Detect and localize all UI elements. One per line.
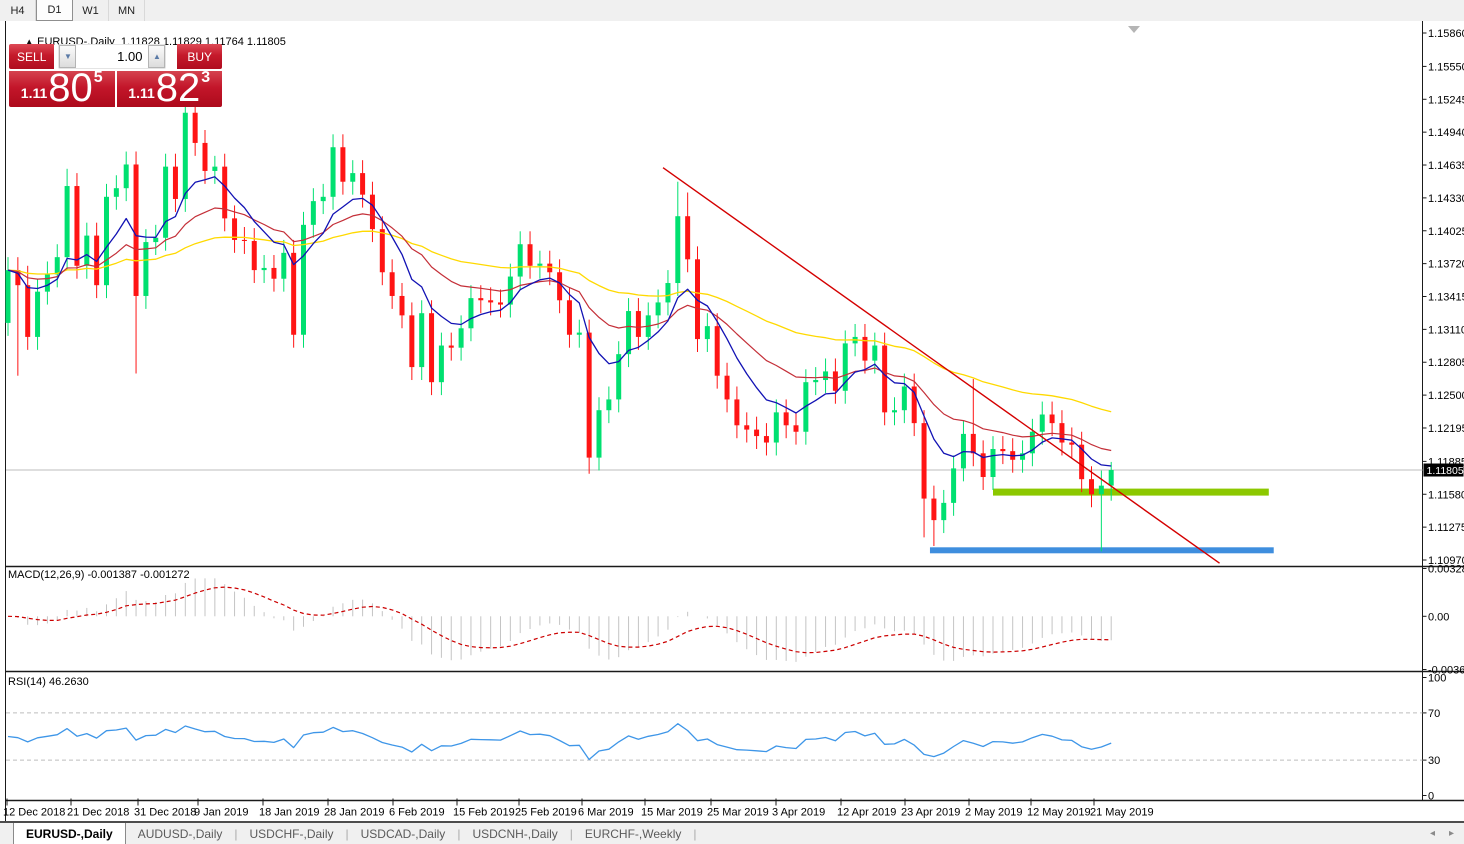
- svg-text:30: 30: [1428, 755, 1440, 767]
- chart-tab-usdcnh-daily[interactable]: USDCNH-,Daily: [460, 823, 569, 844]
- timeframe-button-mn[interactable]: MN: [109, 0, 145, 21]
- timeframe-button-w1[interactable]: W1: [73, 0, 109, 21]
- svg-text:1.11275: 1.11275: [1428, 522, 1464, 534]
- svg-text:12 Dec 2018: 12 Dec 2018: [3, 807, 65, 819]
- svg-text:28 Jan 2019: 28 Jan 2019: [324, 807, 385, 819]
- buy-price-big: 82: [156, 71, 201, 105]
- chart-tab-eurusd-daily[interactable]: EURUSD-,Daily: [13, 823, 126, 844]
- tab-separator: |: [693, 823, 696, 844]
- svg-text:25 Mar 2019: 25 Mar 2019: [707, 807, 769, 819]
- chart-tab-usdchf-daily[interactable]: USDCHF-,Daily: [238, 823, 346, 844]
- svg-text:1.14635: 1.14635: [1428, 160, 1464, 172]
- svg-text:1.14330: 1.14330: [1428, 193, 1464, 205]
- svg-text:1.13415: 1.13415: [1428, 292, 1464, 304]
- svg-text:100: 100: [1428, 673, 1446, 685]
- svg-text:1.15860: 1.15860: [1428, 28, 1464, 40]
- svg-text:6 Mar 2019: 6 Mar 2019: [578, 807, 634, 819]
- tab-scroll-arrows: ◂ ▸: [1430, 823, 1464, 844]
- svg-text:12 Apr 2019: 12 Apr 2019: [837, 807, 896, 819]
- tab-scroll-left-icon[interactable]: ◂: [1430, 828, 1435, 839]
- svg-text:0.00: 0.00: [1428, 611, 1449, 623]
- svg-text:18 Jan 2019: 18 Jan 2019: [259, 807, 320, 819]
- chart-window: 1.15860 1.15550 1.15245 1.14940 1.14635 1.143…: [0, 21, 1464, 821]
- sell-price-prefix: 1.11: [21, 85, 47, 101]
- svg-text:21 May 2019: 21 May 2019: [1090, 807, 1154, 819]
- chart-tab-bar: EURUSD-,DailyAUDUSD-,Daily | USDCHF-,Daily…: [0, 821, 1464, 844]
- svg-text:70: 70: [1428, 708, 1440, 720]
- chart-canvas: 1.15860 1.15550 1.15245 1.14940 1.14635 1.143…: [0, 21, 1464, 821]
- svg-text:1.12500: 1.12500: [1428, 390, 1464, 402]
- chart-tab-eurchf-weekly[interactable]: EURCHF-,Weekly: [573, 823, 693, 844]
- chart-shift-marker-icon: [1128, 26, 1140, 33]
- macd-indicator-label: MACD(12,26,9) -0.001387 -0.001272: [8, 569, 190, 581]
- svg-text:0: 0: [1428, 791, 1434, 803]
- svg-text:1.15245: 1.15245: [1428, 94, 1464, 106]
- svg-text:2 May 2019: 2 May 2019: [965, 807, 1022, 819]
- tab-scroll-right-icon[interactable]: ▸: [1449, 828, 1454, 839]
- buy-price-pip: 3: [201, 69, 210, 87]
- svg-text:1.13110: 1.13110: [1428, 324, 1464, 336]
- mt4-trading-app: { "toolbar": { "timeframes": [ {"label":…: [0, 0, 1464, 842]
- svg-text:15 Feb 2019: 15 Feb 2019: [453, 807, 515, 819]
- svg-text:9 Jan 2019: 9 Jan 2019: [194, 807, 248, 819]
- svg-text:12 May 2019: 12 May 2019: [1027, 807, 1091, 819]
- timeframe-button-d1[interactable]: D1: [36, 0, 73, 21]
- buy-price-prefix: 1.11: [128, 85, 154, 101]
- svg-text:3 Apr 2019: 3 Apr 2019: [772, 807, 825, 819]
- svg-text:15 Mar 2019: 15 Mar 2019: [641, 807, 703, 819]
- sell-quote-panel[interactable]: 1.11 80 5: [9, 71, 115, 107]
- svg-text:1.11805: 1.11805: [1427, 465, 1464, 477]
- volume-increase-button[interactable]: ▲: [148, 45, 165, 68]
- svg-text:1.12195: 1.12195: [1428, 423, 1464, 435]
- svg-text:1.14025: 1.14025: [1428, 226, 1464, 238]
- svg-text:23 Apr 2019: 23 Apr 2019: [901, 807, 960, 819]
- sell-price-pip: 5: [94, 69, 103, 87]
- svg-text:25 Feb 2019: 25 Feb 2019: [515, 807, 577, 819]
- volume-input[interactable]: [76, 45, 148, 68]
- svg-text:1.11580: 1.11580: [1428, 489, 1464, 501]
- chart-tab-usdcad-daily[interactable]: USDCAD-,Daily: [349, 823, 458, 844]
- chart-tab-audusd-daily[interactable]: AUDUSD-,Daily: [126, 823, 235, 844]
- svg-text:6 Feb 2019: 6 Feb 2019: [389, 807, 445, 819]
- svg-text:31 Dec 2018: 31 Dec 2018: [134, 807, 196, 819]
- candlesticks: [6, 113, 1114, 520]
- one-click-trade-panel: SELL ▼ ▲ BUY 1.11 80 5 1.11 82 3: [9, 44, 222, 107]
- volume-decrease-button[interactable]: ▼: [59, 45, 76, 68]
- svg-text:21 Dec 2018: 21 Dec 2018: [67, 807, 129, 819]
- timeframe-button-h4[interactable]: H4: [0, 0, 36, 21]
- sell-price-big: 80: [48, 71, 93, 105]
- svg-text:1.13720: 1.13720: [1428, 259, 1464, 271]
- buy-quote-panel[interactable]: 1.11 82 3: [117, 71, 223, 107]
- svg-text:1.12805: 1.12805: [1428, 357, 1464, 369]
- svg-text:0.003287: 0.003287: [1428, 564, 1464, 576]
- rsi-indicator-label: RSI(14) 46.2630: [8, 676, 89, 688]
- svg-text:1.15550: 1.15550: [1428, 61, 1464, 73]
- timeframe-toolbar: H4D1W1MN: [0, 0, 1464, 22]
- svg-text:1.14940: 1.14940: [1428, 127, 1464, 139]
